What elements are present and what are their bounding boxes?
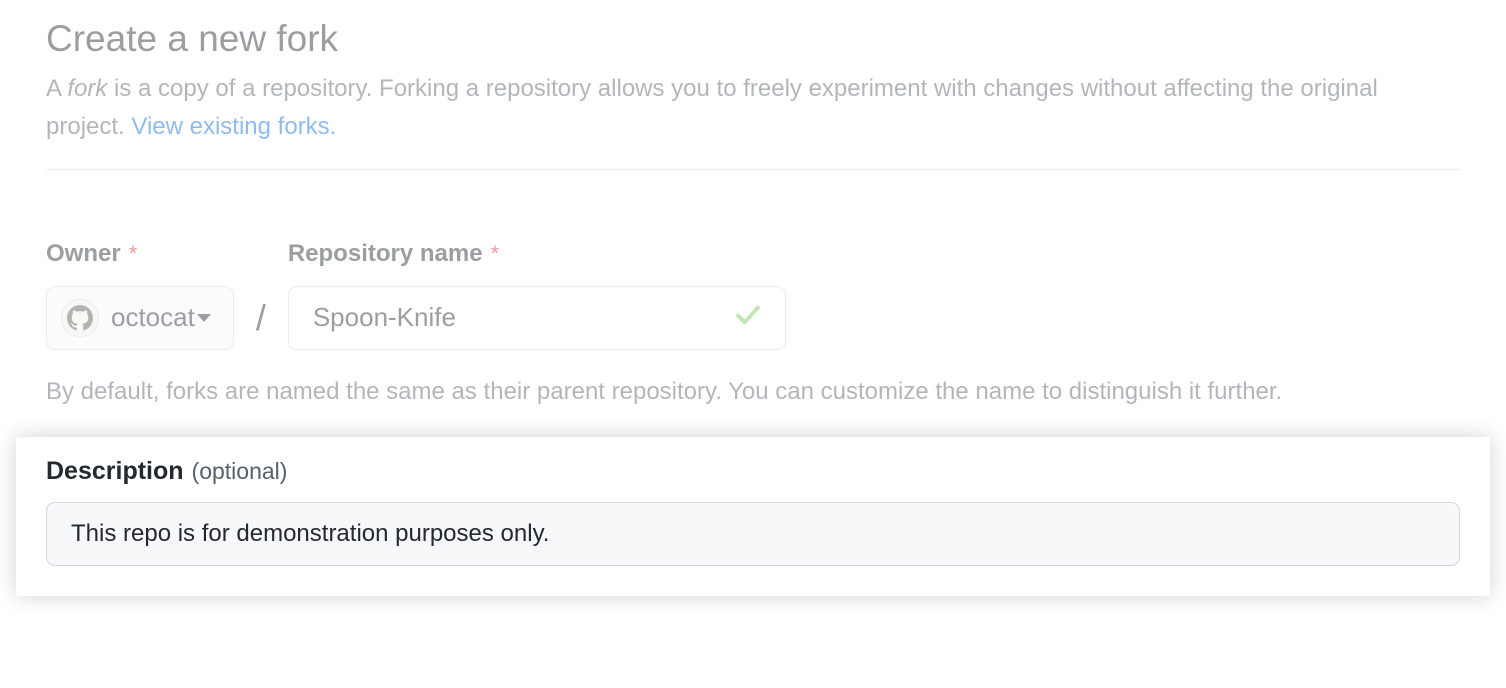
owner-group: Owner * octocat	[46, 240, 234, 350]
repo-name-label: Repository name	[288, 240, 483, 268]
repo-name-value: Spoon-Knife	[313, 302, 456, 333]
subtitle-emphasis: fork	[67, 75, 107, 102]
owner-repo-row: Owner * octocat / Repository name * Spoo…	[46, 240, 1460, 350]
page-title: Create a new fork	[46, 18, 1460, 60]
required-asterisk: *	[491, 241, 500, 267]
owner-name: octocat	[111, 302, 195, 333]
check-icon	[735, 299, 761, 336]
owner-select-button[interactable]: octocat	[46, 286, 234, 350]
repo-name-group: Repository name * Spoon-Knife	[288, 240, 786, 350]
repo-name-help-text: By default, forks are named the same as …	[46, 372, 1366, 413]
owner-label: Owner	[46, 240, 121, 268]
page-subtitle: A fork is a copy of a repository. Forkin…	[46, 70, 1460, 147]
description-input[interactable]	[46, 502, 1460, 566]
repo-name-input[interactable]: Spoon-Knife	[288, 286, 786, 350]
caret-down-icon	[197, 314, 211, 322]
description-label: Description	[46, 457, 184, 486]
subtitle-prefix: A	[46, 75, 67, 102]
divider	[46, 169, 1460, 170]
slash-separator: /	[234, 286, 288, 350]
owner-avatar-icon	[61, 299, 99, 337]
view-existing-forks-link[interactable]: View existing forks.	[131, 113, 336, 140]
description-section: Description (optional)	[16, 437, 1490, 596]
required-asterisk: *	[129, 241, 138, 267]
optional-label: (optional)	[192, 458, 288, 485]
